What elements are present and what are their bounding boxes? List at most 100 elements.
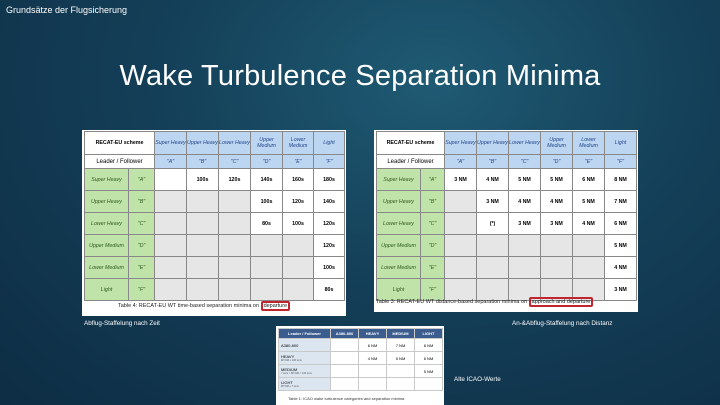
row-letter: "D" [419,234,446,257]
separation-cell [540,234,574,257]
col-letter: "B" [476,154,510,169]
icao-row: LIGHT MTOM ≤ 7 tons [278,377,443,391]
icao-cell [358,364,387,378]
separation-cell [572,234,606,257]
col-cat: Lower Heavy [508,131,542,155]
separation-cell [282,278,315,301]
separation-cell: 4 NM [604,256,638,279]
icao-cell: 5 NM [414,364,443,378]
separation-cell: 100s [313,256,346,279]
col-cat: Upper Heavy [186,131,220,155]
separation-cell: 3 NM [508,212,542,235]
col-cat: Lower Heavy [218,131,252,155]
table-row: Lower Medium "E" 100s [84,256,346,279]
col-letter: "D" [250,154,284,169]
row-category: Upper Medium [376,234,421,257]
icao-cell [330,377,359,391]
col-letter: "F" [313,154,346,169]
separation-cell [218,190,252,213]
icao-cell [386,364,415,378]
separation-cell [186,256,220,279]
table-row: Super Heavy "A" 100s 120s 140s 160s 180s [84,168,346,191]
separation-cell: 5 NM [572,190,606,213]
icao-table-panel: Leader / Follower A380-800 HEAVY MEDIUM … [276,326,444,405]
icao-row: HEAVY MTOM ≥ 136 tons 4 NM 5 NM 6 NM [278,351,443,365]
icao-cell [414,377,443,391]
row-category: Lower Medium [84,256,129,279]
col-cat: Upper Heavy [476,131,510,155]
col-letter: "E" [572,154,606,169]
icao-cell [330,364,359,378]
col-cat: Upper Medium [540,131,574,155]
separation-cell [154,256,188,279]
separation-cell [508,234,542,257]
separation-cell [186,212,220,235]
separation-cell: 140s [313,190,346,213]
icao-category: A380-800 [278,338,331,352]
separation-cell: 140s [250,168,284,191]
separation-cell [444,278,478,301]
separation-cell: 3 NM [540,212,574,235]
separation-cell [444,256,478,279]
separation-cell: 4 NM [476,168,510,191]
icao-cell: 8 NM [414,338,443,352]
scheme-label: RECAT-EU scheme [375,131,446,155]
separation-cell: 3 NM [476,190,510,213]
icao-head: A380-800 [330,328,359,339]
icao-cell [386,377,415,391]
col-cat: Lower Medium [572,131,606,155]
table-row: Super Heavy "A" 3 NM 4 NM 5 NM 5 NM 6 NM 8 NM [376,168,638,191]
separation-cell [218,278,252,301]
icao-row: A380-800 6 NM 7 NM 8 NM [278,338,443,352]
separation-cell [476,234,510,257]
icao-cell [358,377,387,391]
separation-cell: 100s [250,190,284,213]
separation-cell: 100s [186,168,220,191]
separation-cell: 4 NM [540,190,574,213]
separation-cell [154,190,188,213]
separation-cell [218,256,252,279]
icao-cell [330,338,359,352]
icao-category: HEAVY MTOM ≥ 136 tons [278,351,331,365]
table-row: Light "F" 80s [84,278,346,301]
note-time: Abflug-Staffelung nach Zeit [84,320,160,327]
separation-cell [186,190,220,213]
row-letter: "F" [127,278,156,301]
table-row: Upper Heavy "B" 100s 120s 140s [84,190,346,213]
icao-cell: 5 NM [386,351,415,365]
leader-follower-label: Leader / Follower [375,154,446,169]
separation-cell [282,256,315,279]
icao-head: Leader / Follower [278,328,331,339]
separation-cell [476,256,510,279]
col-cat: Lower Medium [282,131,315,155]
row-letter: "A" [419,168,446,191]
separation-cell: 3 NM [604,278,638,301]
row-letter: "B" [419,190,446,213]
col-letter: "A" [154,154,188,169]
time-separation-table: RECAT-EU scheme Super Heavy Upper Heavy … [83,131,346,301]
table-row: Upper Medium "D" 120s [84,234,346,257]
course-title: Grundsätze der Flugsicherung [6,5,128,15]
separation-cell: 4 NM [508,190,542,213]
separation-cell: 120s [313,212,346,235]
separation-cell [186,234,220,257]
separation-cell: 80s [313,278,346,301]
icao-category-mtom: 7 tons < MTOM < 136 tons [281,372,312,375]
row-letter: "B" [127,190,156,213]
col-letter: "A" [444,154,478,169]
leader-follower-label: Leader / Follower [83,154,156,169]
row-category: Lower Medium [376,256,421,279]
col-cat: Super Heavy [154,131,188,155]
separation-cell [218,212,252,235]
icao-table-caption: Table 1: ICAO wake turbulence categories… [288,396,405,401]
time-table-caption: Table 4: RECAT-EU WT time-based separati… [118,301,291,311]
row-category: Light [84,278,129,301]
distance-table-caption: Table 3: RECAT-EU WT distance-based sepa… [376,297,594,307]
separation-cell [282,234,315,257]
separation-cell [540,256,574,279]
separation-cell: 120s [282,190,315,213]
row-category: Lower Heavy [376,212,421,235]
separation-cell [154,234,188,257]
icao-cell: 7 NM [386,338,415,352]
table-row: Lower Heavy "C" (*) 3 NM 3 NM 4 NM 6 NM [376,212,638,235]
